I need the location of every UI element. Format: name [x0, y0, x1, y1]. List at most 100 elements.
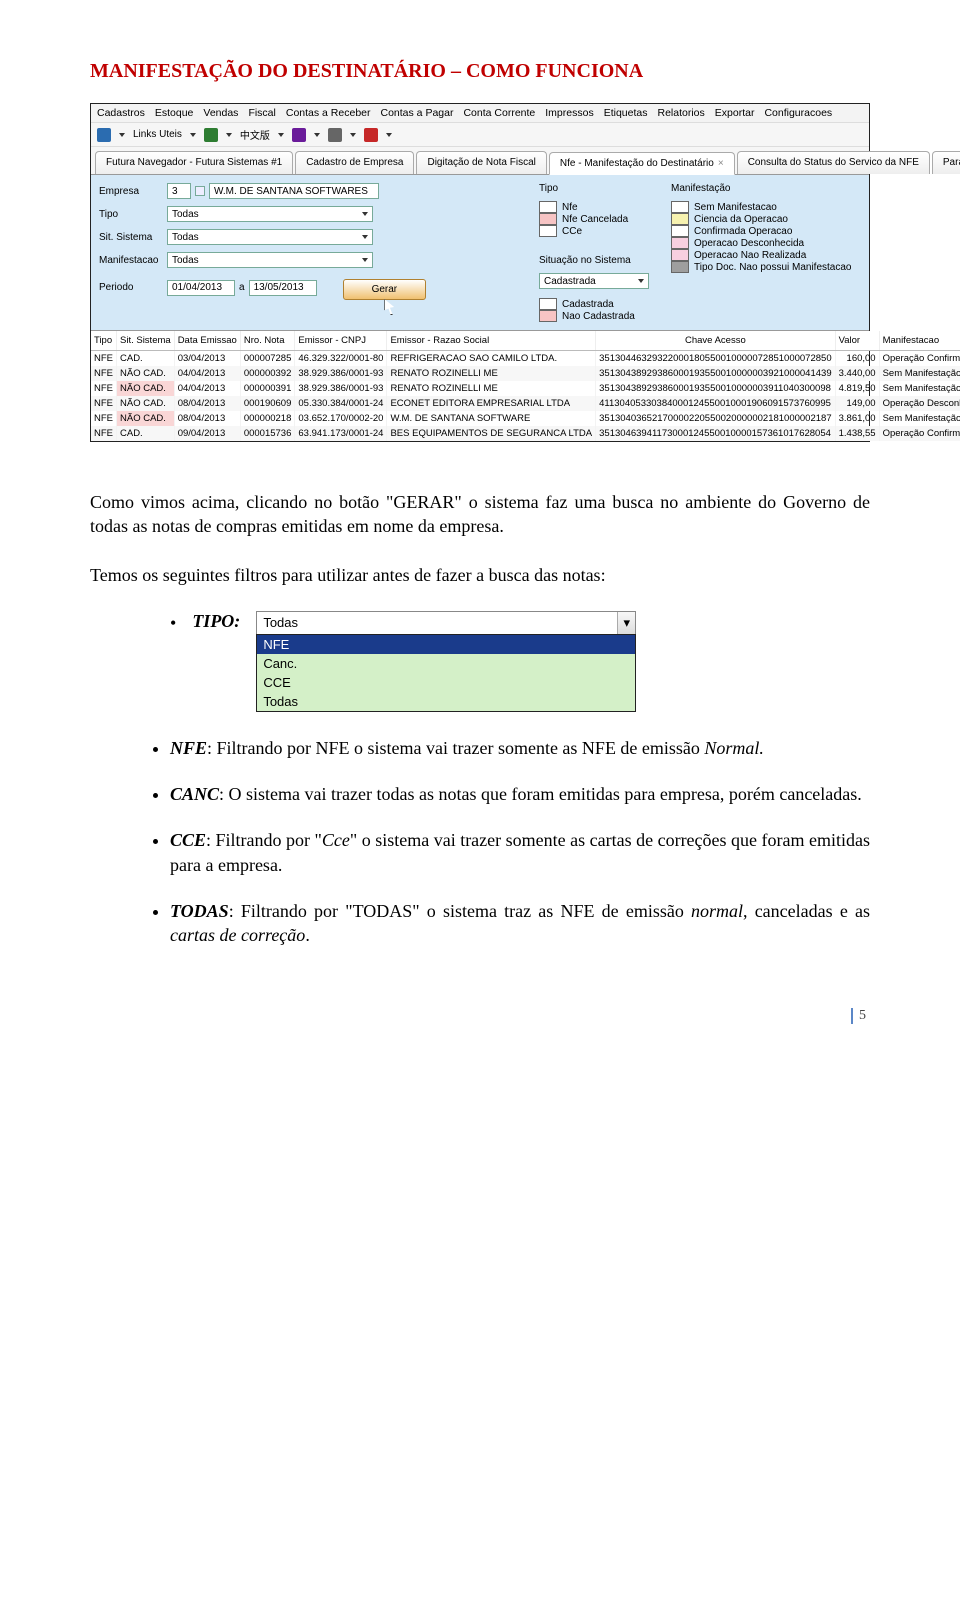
tipo-option[interactable]: CCE	[257, 673, 635, 692]
tab[interactable]: Parametros I	[932, 151, 960, 174]
term: TODAS	[170, 901, 229, 921]
chinese-label[interactable]: 中文版	[240, 127, 270, 142]
column-header[interactable]: Data Emissao	[174, 331, 240, 351]
periodo-to-input[interactable]: 13/05/2013	[249, 280, 317, 296]
table-row[interactable]: NFECAD.03/04/201300000728546.329.322/000…	[91, 351, 960, 367]
menu-item[interactable]: Configuracoes	[764, 107, 832, 119]
menu-item[interactable]: Etiquetas	[604, 107, 648, 119]
menu-item[interactable]: Impressos	[545, 107, 593, 119]
cell: 149,00	[835, 396, 879, 411]
manif-select[interactable]: Todas	[167, 252, 373, 268]
legend-item: Nfe Cancelada	[539, 213, 659, 225]
tab[interactable]: Futura Navegador - Futura Sistemas #1	[95, 151, 293, 174]
table-row[interactable]: NFENÃO CAD.08/04/201300000021803.652.170…	[91, 411, 960, 426]
situacao-select[interactable]: Cadastrada	[539, 273, 649, 289]
dropdown-icon[interactable]	[190, 133, 196, 137]
definition-item: CCE: Filtrando por "Cce" o sistema vai t…	[170, 828, 870, 877]
manif-label: Manifestacao	[99, 255, 163, 266]
column-header[interactable]: Valor	[835, 331, 879, 351]
periodo-label: Periodo	[99, 282, 163, 293]
cell: Operação Confirmada	[879, 426, 960, 441]
tool-icon[interactable]	[292, 128, 306, 142]
tipo-option[interactable]: NFE	[257, 635, 635, 654]
tipo-dropdown: Todas ▾ NFECanc.CCETodas	[256, 611, 636, 712]
menu-item[interactable]: Exportar	[715, 107, 755, 119]
column-header[interactable]: Chave Acesso	[596, 331, 835, 351]
cell: 000007285	[240, 351, 295, 367]
filters-paragraph: Temos os seguintes filtros para utilizar…	[90, 563, 870, 587]
legend-item: Sem Manifestacao	[671, 201, 861, 213]
cell: Operação Desconhecida	[879, 396, 960, 411]
app-icon	[97, 128, 111, 142]
cell: Sem Manifestação	[879, 381, 960, 396]
tab[interactable]: Cadastro de Empresa	[295, 151, 414, 174]
menu-item[interactable]: Estoque	[155, 107, 194, 119]
cell: 63.941.173/0001-24	[295, 426, 387, 441]
dropdown-icon[interactable]	[386, 133, 392, 137]
tipo-option[interactable]: Todas	[257, 692, 635, 711]
menu-item[interactable]: Vendas	[203, 107, 238, 119]
cell: 3513046394117300012455001000015736101762…	[596, 426, 835, 441]
tool-icon[interactable]	[328, 128, 342, 142]
italic-run: Cce	[322, 830, 350, 850]
column-header[interactable]: Manifestacao	[879, 331, 960, 351]
cell: 09/04/2013	[174, 426, 240, 441]
globe-icon[interactable]	[204, 128, 218, 142]
tab[interactable]: Consulta do Status do Servico da NFE	[737, 151, 930, 174]
cell: NÃO CAD.	[117, 411, 175, 426]
menu-item[interactable]: Cadastros	[97, 107, 145, 119]
dropdown-icon[interactable]	[278, 133, 284, 137]
cell: 1.438,55	[835, 426, 879, 441]
empresa-name-input[interactable]: W.M. DE SANTANA SOFTWARES	[209, 183, 379, 199]
cell: 4113040533038400012455001000190609157376…	[596, 396, 835, 411]
periodo-sep: a	[239, 282, 245, 293]
column-header[interactable]: Sit. Sistema	[117, 331, 175, 351]
menu-item[interactable]: Contas a Receber	[286, 107, 371, 119]
tool-icon[interactable]	[364, 128, 378, 142]
close-icon[interactable]: ×	[718, 158, 724, 169]
legend-chip	[539, 225, 557, 237]
links-uteis-label[interactable]: Links Uteis	[133, 129, 182, 140]
tab[interactable]: Digitação de Nota Fiscal	[416, 151, 546, 174]
column-header[interactable]: Nro. Nota	[240, 331, 295, 351]
menu-item[interactable]: Conta Corrente	[463, 107, 535, 119]
table-row[interactable]: NFENÃO CAD.04/04/201300000039138.929.386…	[91, 381, 960, 396]
dropdown-icon[interactable]	[226, 133, 232, 137]
empresa-code-input[interactable]: 3	[167, 183, 191, 199]
legend-label: Nfe	[562, 202, 578, 213]
column-header[interactable]: Emissor - CNPJ	[295, 331, 387, 351]
periodo-from-input[interactable]: 01/04/2013	[167, 280, 235, 296]
search-icon[interactable]	[195, 186, 205, 196]
table-row[interactable]: NFECAD.09/04/201300001573663.941.173/000…	[91, 426, 960, 441]
table-row[interactable]: NFENÃO CAD.08/04/201300019060905.330.384…	[91, 396, 960, 411]
doc-title: MANIFESTAÇÃO DO DESTINATÁRIO – COMO FUNC…	[90, 60, 870, 83]
dropdown-icon[interactable]	[314, 133, 320, 137]
legend-chip	[671, 225, 689, 237]
menu-item[interactable]: Contas a Pagar	[381, 107, 454, 119]
chevron-down-icon[interactable]: ▾	[617, 612, 635, 634]
situacao-box-label: Situação no Sistema	[539, 255, 659, 266]
dropdown-icon[interactable]	[350, 133, 356, 137]
tipo-label: TIPO:	[192, 611, 240, 632]
sit-select[interactable]: Todas	[167, 229, 373, 245]
tipo-select[interactable]: Todas	[167, 206, 373, 222]
cell: 03/04/2013	[174, 351, 240, 367]
gerar-button[interactable]: Gerar	[343, 279, 427, 300]
dropdown-icon[interactable]	[119, 133, 125, 137]
cell: CAD.	[117, 351, 175, 367]
tipo-selected[interactable]: Todas	[257, 612, 617, 633]
italic-run: normal	[691, 901, 743, 921]
column-header[interactable]: Tipo	[91, 331, 117, 351]
data-table: TipoSit. SistemaData EmissaoNro. NotaEmi…	[91, 331, 960, 441]
cell: Sem Manifestação	[879, 366, 960, 381]
italic-run: Normal.	[704, 738, 764, 758]
toolbar: Links Uteis 中文版	[91, 123, 869, 147]
tab[interactable]: Nfe - Manifestação do Destinatário×	[549, 152, 735, 175]
tipo-option[interactable]: Canc.	[257, 654, 635, 673]
column-header[interactable]: Emissor - Razao Social	[387, 331, 596, 351]
term: CANC	[170, 784, 219, 804]
table-row[interactable]: NFENÃO CAD.04/04/201300000039238.929.386…	[91, 366, 960, 381]
menu-item[interactable]: Fiscal	[248, 107, 275, 119]
menu-item[interactable]: Relatorios	[657, 107, 704, 119]
legend-label: CCe	[562, 226, 582, 237]
